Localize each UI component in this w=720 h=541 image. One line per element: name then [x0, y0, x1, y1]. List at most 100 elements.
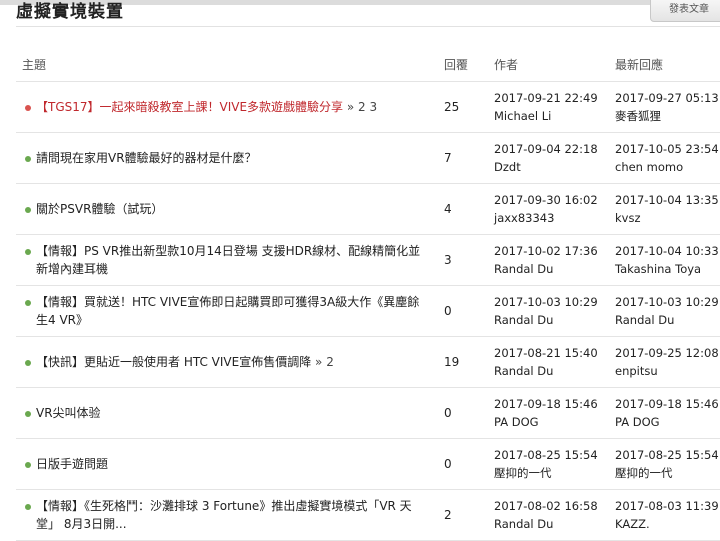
topic-title-link[interactable]: 【TGS17】一起來暗殺教室上課！VIVE多款遊戲體驗分享 [36, 100, 343, 114]
last-reply-cell: 2017-09-27 05:13 麥香狐狸 [609, 81, 720, 133]
author-date: 2017-10-03 10:29 [494, 295, 598, 309]
last-reply-user-link[interactable]: Takashina Toya [615, 260, 720, 278]
author-name-link[interactable]: PA DOG [494, 413, 609, 431]
topic-title-link[interactable]: 【情報】《生死格鬥：沙灘排球 3 Fortune》推出虛擬實境模式「VR 天堂」… [36, 499, 412, 531]
author-name-link[interactable]: Randal Du [494, 260, 609, 278]
topic-wrap: 【快訊】更貼近一般使用者 HTC VIVE宣佈售價調降 » 2 [22, 353, 438, 371]
topic-status-dot-icon [25, 462, 31, 468]
topic-cell: 【快訊】更貼近一般使用者 HTC VIVE宣佈售價調降 » 2 [16, 336, 438, 388]
author-cell: 2017-10-03 10:29 Randal Du [488, 285, 609, 337]
last-reply-date: 2017-09-27 05:13 [615, 91, 719, 105]
topic-title-link[interactable]: VR尖叫体验 [36, 406, 101, 420]
table-row: 【TGS17】一起來暗殺教室上課！VIVE多款遊戲體驗分享 » 2 3 25 201… [16, 81, 720, 133]
reply-count: 2 [438, 489, 488, 541]
author-name-link[interactable]: Randal Du [494, 362, 609, 380]
last-reply-date: 2017-09-18 15:46 [615, 397, 719, 411]
table-row: 日版手遊問題 0 2017-08-25 15:54 壓抑的一代 2017-08-25 1… [16, 438, 720, 490]
topic-status-dot-icon [25, 249, 31, 255]
page-title: 虛擬實境裝置 [16, 2, 124, 22]
table-row: 【情報】買就送！HTC VIVE宣佈即日起購買即可獲得3A級大作《異塵餘生4 V… [16, 285, 720, 337]
last-reply-user-link[interactable]: Randal Du [615, 311, 720, 329]
topic-title-link[interactable]: 【情報】PS VR推出新型款10月14日登場 支援HDR線材、配線精簡化並新增內… [36, 244, 420, 276]
last-reply-date: 2017-09-25 12:08 [615, 346, 719, 360]
last-reply-cell: 2017-10-04 10:33 Takashina Toya [609, 234, 720, 286]
author-date: 2017-09-04 22:18 [494, 142, 598, 156]
table-row: 【快訊】更貼近一般使用者 HTC VIVE宣佈售價調降 » 2 19 2017-08… [16, 336, 720, 388]
topic-cell: 【情報】《生死格鬥：沙灘排球 3 Fortune》推出虛擬實境模式「VR 天堂」… [16, 489, 438, 541]
last-reply-user-link[interactable]: 壓抑的一代 [615, 464, 720, 482]
title-divider [16, 26, 720, 27]
author-cell: 2017-08-21 15:40 Randal Du [488, 336, 609, 388]
last-reply-user-link[interactable]: chen momo [615, 158, 720, 176]
column-header-replies[interactable]: 回覆 [438, 48, 488, 82]
last-reply-cell: 2017-10-05 23:54 chen momo [609, 132, 720, 184]
topic-title-link[interactable]: 請問現在家用VR體驗最好的器材是什麼？ [36, 151, 257, 165]
last-reply-date: 2017-10-04 10:33 [615, 244, 719, 258]
author-name-link[interactable]: Dzdt [494, 158, 609, 176]
last-reply-user-link[interactable]: 麥香狐狸 [615, 107, 720, 125]
last-reply-user-link[interactable]: kvsz [615, 209, 720, 227]
topic-title-link[interactable]: 日版手遊問題 [36, 457, 108, 471]
topic-cell: 【TGS17】一起來暗殺教室上課！VIVE多款遊戲體驗分享 » 2 3 [16, 81, 438, 133]
author-cell: 2017-09-21 22:49 Michael Li [488, 81, 609, 133]
topic-page-links[interactable]: » 2 3 [347, 100, 377, 114]
column-header-topic[interactable]: 主題 [16, 48, 438, 82]
last-reply-user-link[interactable]: PA DOG [615, 413, 720, 431]
last-reply-cell: 2017-08-03 11:39 KAZZ. [609, 489, 720, 541]
last-reply-cell: 2017-10-04 13:35 kvsz [609, 183, 720, 235]
topic-page-links[interactable]: » 2 [315, 355, 334, 369]
post-topic-button[interactable]: 發表文章 [650, 0, 720, 22]
topic-wrap: 日版手遊問題 [22, 455, 438, 473]
author-name-link[interactable]: Randal Du [494, 515, 609, 533]
topic-status-dot-icon [25, 300, 31, 306]
reply-count: 0 [438, 438, 488, 490]
author-date: 2017-08-25 15:54 [494, 448, 598, 462]
last-reply-user-link[interactable]: enpitsu [615, 362, 720, 380]
table-row: 請問現在家用VR體驗最好的器材是什麼？ 7 2017-09-04 22:18 Dzdt… [16, 132, 720, 184]
topic-title-link[interactable]: 【情報】買就送！HTC VIVE宣佈即日起購買即可獲得3A級大作《異塵餘生4 V… [36, 295, 419, 327]
reply-count: 7 [438, 132, 488, 184]
last-reply-date: 2017-08-25 15:54 [615, 448, 719, 462]
author-cell: 2017-09-30 16:02 jaxx83343 [488, 183, 609, 235]
author-cell: 2017-09-18 15:46 PA DOG [488, 387, 609, 439]
reply-count: 4 [438, 183, 488, 235]
topic-cell: 【情報】PS VR推出新型款10月14日登場 支援HDR線材、配線精簡化並新增內… [16, 234, 438, 286]
author-date: 2017-08-21 15:40 [494, 346, 598, 360]
author-date: 2017-09-18 15:46 [494, 397, 598, 411]
author-cell: 2017-08-25 15:54 壓抑的一代 [488, 438, 609, 490]
topic-status-dot-icon [25, 411, 31, 417]
author-name-link[interactable]: Randal Du [494, 311, 609, 329]
table-row: 【情報】《生死格鬥：沙灘排球 3 Fortune》推出虛擬實境模式「VR 天堂」… [16, 489, 720, 541]
topic-status-dot-icon [25, 360, 31, 366]
last-reply-date: 2017-10-05 23:54 [615, 142, 719, 156]
column-header-author[interactable]: 作者 [488, 48, 609, 82]
topic-wrap: 【情報】PS VR推出新型款10月14日登場 支援HDR線材、配線精簡化並新增內… [22, 242, 438, 278]
author-cell: 2017-09-04 22:18 Dzdt [488, 132, 609, 184]
topic-wrap: 【TGS17】一起來暗殺教室上課！VIVE多款遊戲體驗分享 » 2 3 [22, 98, 438, 116]
topic-title-link[interactable]: 【快訊】更貼近一般使用者 HTC VIVE宣佈售價調降 [36, 355, 311, 369]
topic-wrap: 請問現在家用VR體驗最好的器材是什麼？ [22, 149, 438, 167]
last-reply-cell: 2017-10-03 10:29 Randal Du [609, 285, 720, 337]
author-name-link[interactable]: Michael Li [494, 107, 609, 125]
author-name-link[interactable]: jaxx83343 [494, 209, 609, 227]
topic-title-link[interactable]: 關於PSVR體驗（試玩） [36, 202, 163, 216]
last-reply-cell: 2017-09-18 15:46 PA DOG [609, 387, 720, 439]
topic-status-dot-icon [25, 156, 31, 162]
topic-list: 【TGS17】一起來暗殺教室上課！VIVE多款遊戲體驗分享 » 2 3 25 201… [16, 81, 720, 541]
reply-count: 19 [438, 336, 488, 388]
column-header-last-reply[interactable]: 最新回應 [609, 48, 720, 82]
last-reply-cell: 2017-08-25 15:54 壓抑的一代 [609, 438, 720, 490]
topic-cell: 【情報】買就送！HTC VIVE宣佈即日起購買即可獲得3A級大作《異塵餘生4 V… [16, 285, 438, 337]
last-reply-user-link[interactable]: KAZZ. [615, 515, 720, 533]
author-date: 2017-09-21 22:49 [494, 91, 598, 105]
topic-cell: 日版手遊問題 [16, 438, 438, 490]
author-cell: 2017-10-02 17:36 Randal Du [488, 234, 609, 286]
reply-count: 25 [438, 81, 488, 133]
topic-status-dot-icon [25, 105, 31, 111]
last-reply-date: 2017-08-03 11:39 [615, 499, 719, 513]
last-reply-cell: 2017-09-25 12:08 enpitsu [609, 336, 720, 388]
author-date: 2017-10-02 17:36 [494, 244, 598, 258]
table-row: VR尖叫体验 0 2017-09-18 15:46 PA DOG 2017-09-18 … [16, 387, 720, 439]
author-name-link[interactable]: 壓抑的一代 [494, 464, 609, 482]
table-row: 【情報】PS VR推出新型款10月14日登場 支援HDR線材、配線精簡化並新增內… [16, 234, 720, 286]
